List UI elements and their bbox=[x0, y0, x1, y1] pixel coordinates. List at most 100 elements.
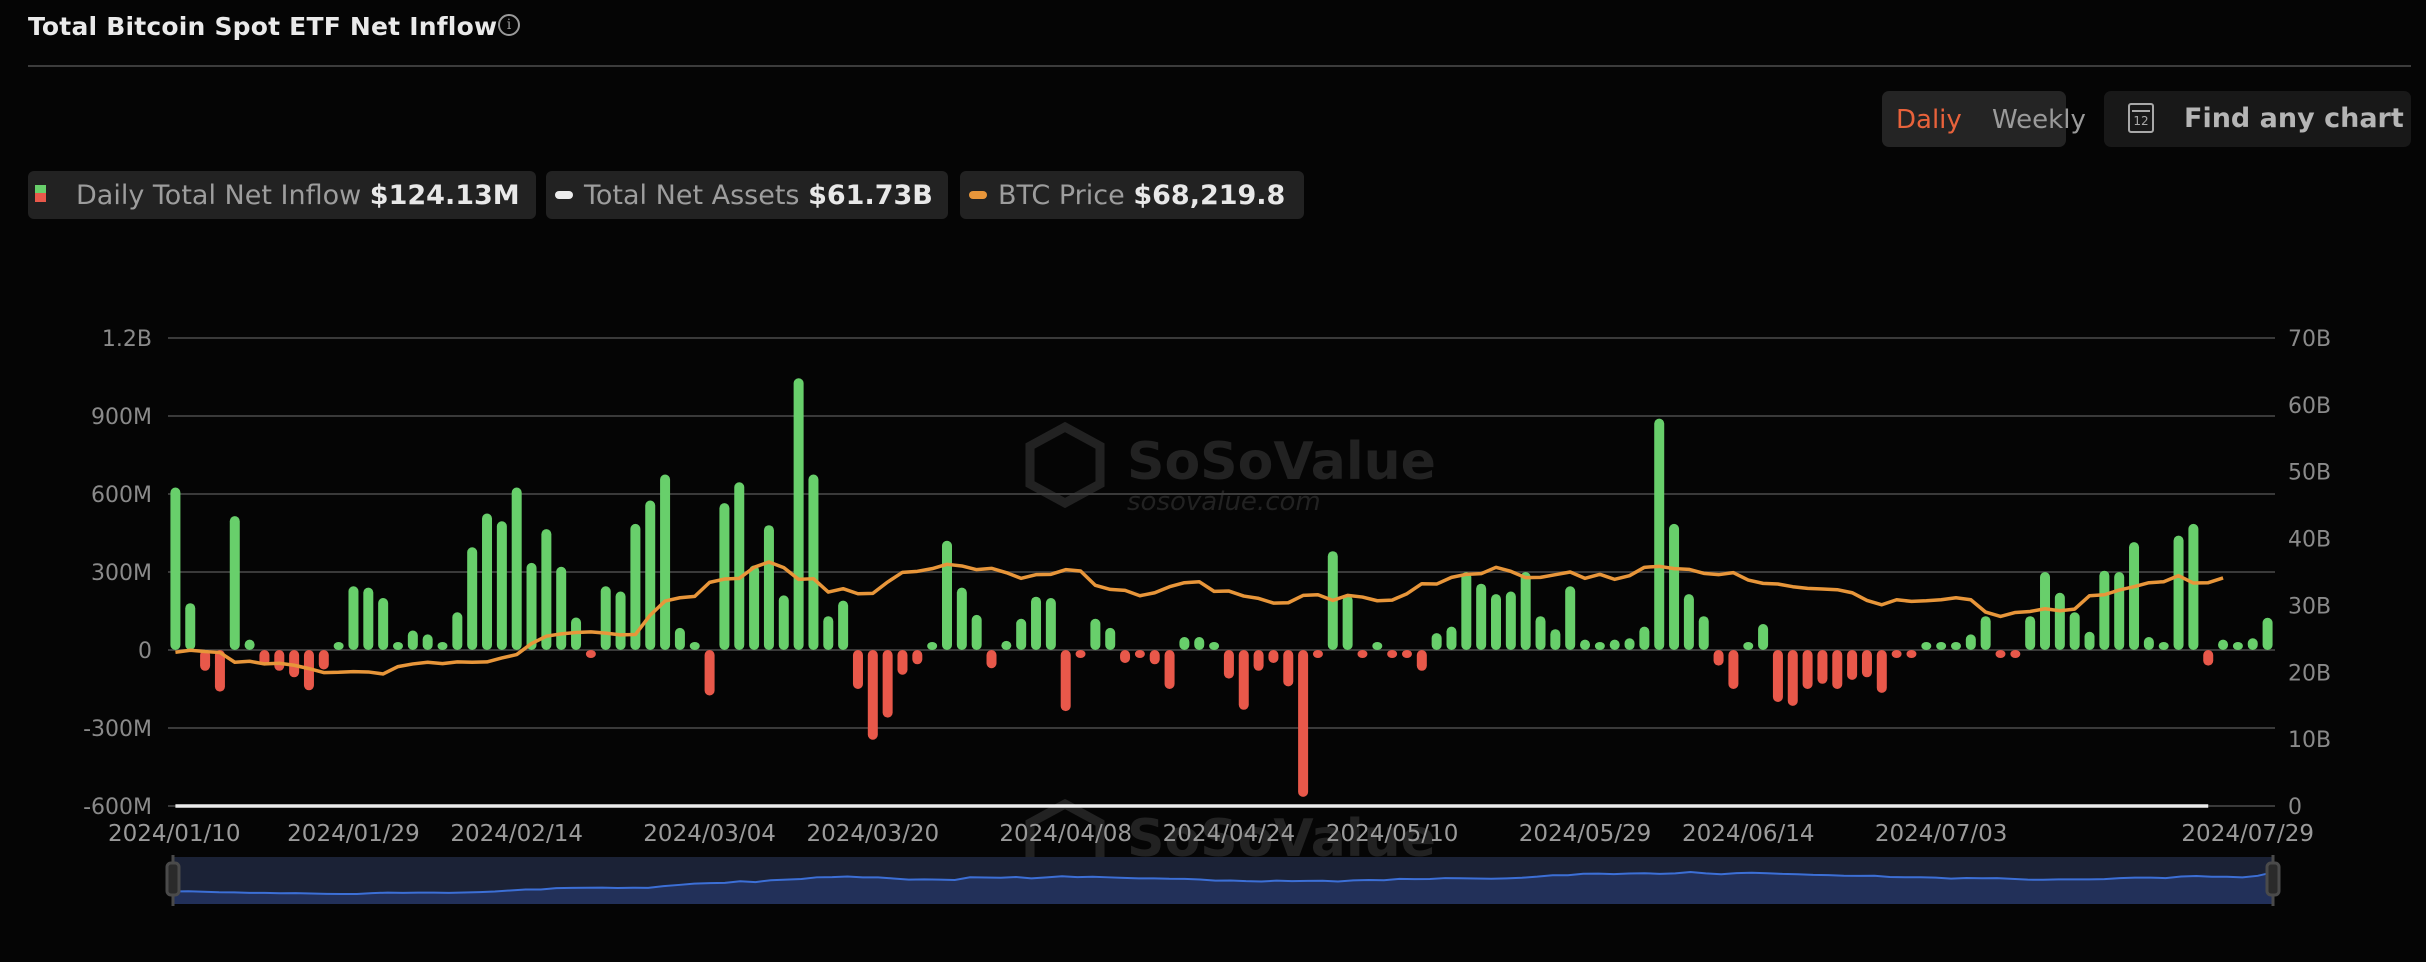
y-tick-label: 300M bbox=[91, 561, 152, 586]
inflow-bar bbox=[1194, 637, 1205, 650]
inflow-bar bbox=[704, 650, 715, 696]
x-tick-label: 2024/02/14 bbox=[450, 821, 583, 847]
inflow-bar bbox=[1090, 618, 1101, 650]
inflow-bar bbox=[956, 587, 967, 650]
inflow-bar bbox=[2143, 637, 2154, 650]
inflow-bar bbox=[185, 603, 196, 650]
watermark-brand: SoSoValue bbox=[1127, 432, 1436, 492]
inflow-bar bbox=[1209, 642, 1220, 650]
inflow-bar bbox=[274, 650, 285, 671]
inflow-bar bbox=[1861, 650, 1872, 678]
inflow-bar bbox=[378, 598, 389, 650]
y-tick-label: 900M bbox=[91, 405, 152, 430]
inflow-bar bbox=[2114, 572, 2125, 650]
inflow-bar bbox=[229, 516, 240, 650]
x-tick-label: 2024/07/03 bbox=[1875, 821, 2008, 847]
inflow-bar bbox=[1624, 638, 1635, 650]
inflow-bar bbox=[1105, 627, 1116, 650]
y-tick-label: 600M bbox=[91, 483, 152, 508]
y-axis-right: 70B 60B 50B 40B 30B 20B 10B 0 bbox=[2288, 327, 2331, 820]
inflow-bar bbox=[1253, 650, 1264, 671]
inflow-bar bbox=[363, 587, 374, 650]
inflow-bar bbox=[467, 547, 478, 650]
inflow-bar bbox=[1565, 586, 1576, 650]
inflow-bar bbox=[585, 650, 596, 658]
inflow-bar bbox=[615, 591, 626, 650]
inflow-bar bbox=[2232, 642, 2243, 650]
inflow-bar bbox=[778, 595, 789, 650]
y2-tick-label: 40B bbox=[2288, 528, 2331, 553]
inflow-bar bbox=[1431, 633, 1442, 650]
x-tick-label: 2024/01/10 bbox=[108, 821, 241, 847]
minimap-handle-right[interactable] bbox=[2265, 861, 2281, 897]
inflow-bar bbox=[1342, 595, 1353, 650]
inflow-bar bbox=[2129, 542, 2140, 650]
inflow-bar bbox=[1772, 650, 1783, 702]
inflow-bar bbox=[1580, 639, 1591, 650]
y-tick-label: -300M bbox=[83, 717, 152, 742]
inflow-bar bbox=[749, 565, 760, 650]
inflow-bar bbox=[392, 642, 403, 650]
x-tick-label: 2024/03/04 bbox=[643, 821, 776, 847]
inflow-bar bbox=[1223, 650, 1234, 679]
inflow-bar bbox=[645, 500, 656, 650]
y-axis-left: 1.2B 900M 600M 300M 0 -300M -600M bbox=[83, 327, 152, 820]
x-tick-label: 2024/01/29 bbox=[287, 821, 420, 847]
watermark-logo-icon bbox=[1025, 421, 1105, 509]
inflow-bar bbox=[2054, 592, 2065, 650]
inflow-bar bbox=[1268, 650, 1279, 663]
inflow-bar bbox=[2025, 616, 2036, 650]
inflow-bar bbox=[1535, 616, 1546, 650]
inflow-bar bbox=[1980, 616, 1991, 650]
inflow-bar bbox=[1387, 650, 1398, 658]
inflow-bar bbox=[1758, 624, 1769, 650]
inflow-bar bbox=[1787, 650, 1798, 706]
inflow-bar bbox=[482, 513, 493, 650]
inflow-bar bbox=[2069, 612, 2080, 650]
inflow-bar bbox=[1238, 650, 1249, 710]
inflow-bar bbox=[941, 540, 952, 650]
inflow-bar bbox=[1594, 642, 1605, 650]
y-tick-label: 1.2B bbox=[102, 327, 152, 352]
inflow-bar bbox=[2262, 617, 2273, 650]
inflow-bar bbox=[1847, 650, 1858, 680]
inflow-bar bbox=[1312, 650, 1323, 658]
inflow-bar bbox=[734, 482, 745, 650]
y-tick-label: 0 bbox=[138, 639, 152, 664]
inflow-bar bbox=[1060, 650, 1071, 712]
inflow-bar bbox=[496, 521, 507, 650]
etf-inflow-chart[interactable]: 1.2B 900M 600M 300M 0 -300M -600M 70B 60B 50B 40B… bbox=[0, 0, 2426, 962]
inflow-bar bbox=[1995, 650, 2006, 658]
inflow-bar bbox=[437, 642, 448, 650]
inflow-bar bbox=[719, 503, 730, 650]
inflow-bar bbox=[422, 634, 433, 650]
inflow-bar bbox=[867, 650, 878, 740]
y2-tick-label: 10B bbox=[2288, 728, 2331, 753]
inflow-bar bbox=[897, 650, 908, 675]
inflow-bar bbox=[452, 612, 463, 650]
inflow-bar bbox=[556, 566, 567, 650]
inflow-bar bbox=[763, 525, 774, 650]
inflow-bar bbox=[1817, 650, 1828, 684]
inflow-bar bbox=[1045, 598, 1056, 650]
inflow-bar bbox=[823, 616, 834, 650]
x-tick-label: 2024/04/08 bbox=[999, 821, 1132, 847]
inflow-bar bbox=[1149, 650, 1160, 665]
inflow-bar bbox=[170, 487, 181, 650]
inflow-bar bbox=[1134, 650, 1145, 658]
inflow-bar bbox=[1505, 591, 1516, 650]
y2-tick-label: 50B bbox=[2288, 461, 2331, 486]
inflow-bar bbox=[912, 650, 923, 665]
inflow-bar bbox=[1743, 642, 1754, 650]
inflow-bar bbox=[1416, 650, 1427, 671]
x-tick-label: 2024/07/29 bbox=[2181, 821, 2314, 847]
inflow-bar bbox=[2247, 638, 2258, 650]
inflow-bar bbox=[986, 650, 997, 669]
inflow-bar bbox=[1654, 418, 1665, 650]
minimap-handle-left[interactable] bbox=[165, 861, 181, 897]
x-tick-label: 2024/05/10 bbox=[1326, 821, 1459, 847]
x-tick-label: 2024/05/29 bbox=[1519, 821, 1652, 847]
x-tick-label: 2024/04/24 bbox=[1163, 821, 1296, 847]
y2-tick-label: 30B bbox=[2288, 594, 2331, 619]
inflow-bar bbox=[1876, 650, 1887, 693]
